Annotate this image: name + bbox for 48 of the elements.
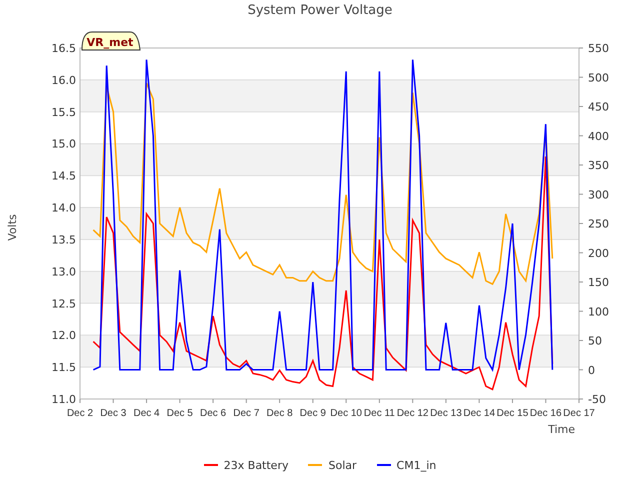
y-tick-label: 11.5 xyxy=(52,361,76,374)
y2-tick-label: 400 xyxy=(588,130,609,143)
y2-tick-label: -50 xyxy=(588,393,606,406)
x-tick-label: Dec 16 xyxy=(530,408,562,419)
station-badge: VR_met xyxy=(82,32,140,50)
legend-label: Solar xyxy=(328,458,357,472)
y-tick-label: 14.5 xyxy=(52,170,76,183)
x-tick-label: Dec 5 xyxy=(166,408,193,419)
y-tick-label: 16.0 xyxy=(52,74,76,87)
y2-tick-label: 500 xyxy=(588,71,609,84)
y2-tick-label: 0 xyxy=(588,364,595,377)
x-tick-label: Dec 9 xyxy=(300,408,326,419)
y2-tick-label: 250 xyxy=(588,218,609,230)
x-tick-label: Dec 4 xyxy=(133,408,160,419)
y2-tick-label: 200 xyxy=(588,246,609,260)
y2-tick-label: 100 xyxy=(588,305,609,318)
x-tick-label: Dec 14 xyxy=(463,408,496,419)
x-tick-label: Dec 17 xyxy=(563,408,595,419)
y2-tick-label: 350 xyxy=(588,159,609,172)
x-axis-title: Time xyxy=(548,423,575,436)
x-tick-label: Dec 3 xyxy=(100,408,126,419)
y-axis-title: Volts xyxy=(6,214,19,241)
y-tick-label: 15.5 xyxy=(52,106,76,119)
x-tick-label: Dec 6 xyxy=(200,408,226,419)
x-tick-label: Dec 2 xyxy=(66,408,94,419)
y-tick-label: 12.0 xyxy=(52,329,76,342)
x-tick-label: Dec 12 xyxy=(396,408,428,419)
y2-tick-label: 50 xyxy=(588,334,602,348)
y-tick-label: 13.0 xyxy=(52,265,76,278)
y-tick-label: 13.5 xyxy=(52,233,76,246)
chart-title: System Power Voltage xyxy=(248,2,392,20)
y-tick-label: 16.5 xyxy=(52,42,76,55)
y-tick-label: 14.0 xyxy=(52,202,76,215)
y2-tick-label: 300 xyxy=(588,188,609,202)
legend-label: CM1_in xyxy=(396,458,436,472)
x-tick-label: Dec 13 xyxy=(430,408,462,419)
x-tick-label: Dec 15 xyxy=(496,408,528,419)
x-tick-label: Dec 10 xyxy=(330,408,362,419)
legend-label: 23x Battery xyxy=(224,458,288,472)
y-tick-label: 15.0 xyxy=(52,138,76,151)
y-tick-label: 11.0 xyxy=(52,393,76,406)
y2-tick-label: 450 xyxy=(588,100,609,114)
y2-tick-label: 150 xyxy=(588,276,609,289)
x-tick-label: Dec 8 xyxy=(266,408,293,419)
x-tick-label: Dec 7 xyxy=(233,408,260,419)
x-tick-label: Dec 11 xyxy=(364,408,395,419)
y2-tick-label: 550 xyxy=(588,42,609,55)
y-tick-label: 12.5 xyxy=(52,297,76,310)
